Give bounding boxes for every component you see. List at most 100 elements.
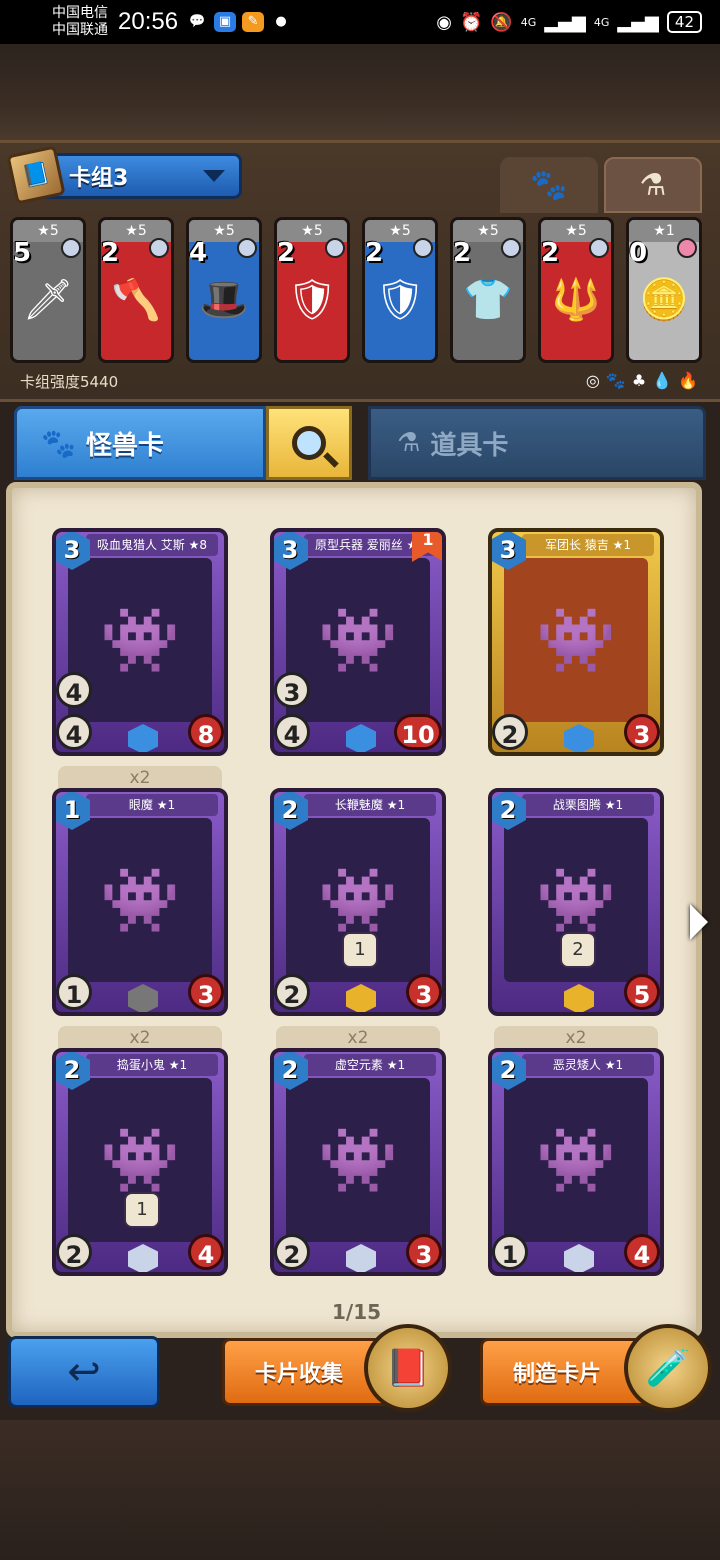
deck-card[interactable]: ★1 0 🪙 [626, 217, 702, 363]
duplicate-count: x2 [494, 1026, 658, 1050]
deck-card-row: ★5 5 🗡 ★5 2 🪓 ★5 4 🎩 ★5 2 🛡 ★5 2 🛡 ★5 2 👕 ★5 2 🔱 ★1 0 🪙 [10, 217, 710, 365]
attack-stat: 2 [56, 1234, 92, 1270]
health-stat: 5 [624, 974, 660, 1010]
clock: 20:56 [118, 8, 179, 35]
rarity-gem-icon [346, 724, 376, 752]
health-stat: 3 [624, 714, 660, 750]
flask-icon: ⚗ [639, 167, 667, 203]
back-arrow-icon: ↩ [67, 1349, 101, 1395]
back-button[interactable]: ↩ [8, 1336, 160, 1408]
health-stat: 8 [188, 714, 224, 750]
monster-card[interactable]: 👾 恶灵矮人 ★1 2 1 4 [488, 1048, 664, 1276]
monster-card[interactable]: 👾 吸血鬼猎人 艾斯 ★8 3 4 4 8 [52, 528, 228, 756]
battery-icon: 42 [666, 11, 702, 33]
monster-card[interactable]: 👾 军团长 猿吉 ★1 3 2 3 [488, 528, 664, 756]
flask-filter-tab[interactable]: ⚗ [604, 157, 702, 213]
tab-item-cards[interactable]: ⚗ 道具卡 [368, 406, 706, 480]
notification-icons: 💬 ▣ ✎ ● [186, 12, 292, 32]
nature-icon: ♣ [631, 371, 647, 390]
attack-stat: 2 [492, 714, 528, 750]
health-stat: 4 [188, 1234, 224, 1270]
duplicate-count: x2 [276, 1026, 440, 1050]
rarity-gem-icon [589, 238, 609, 258]
deck-card[interactable]: ★5 4 🎩 [186, 217, 262, 363]
rarity-gem-icon [346, 984, 376, 1012]
card-collection-label: 卡片收集 [255, 1362, 344, 1387]
deck-selector[interactable]: 📘 卡组3 [6, 145, 242, 205]
carrier-1: 中国电信 [52, 5, 108, 21]
signal-icon: ▂▄▆ [617, 11, 659, 33]
card-name: 虚空元素 ★1 [304, 1054, 436, 1076]
deck-card[interactable]: ★5 2 🔱 [538, 217, 614, 363]
deck-card[interactable]: ★5 2 🛡 [362, 217, 438, 363]
speed-stat: 4 [56, 672, 92, 708]
card-name: 军团长 猿吉 ★1 [522, 534, 654, 556]
monster-card-slot: 👾 原型兵器 爱丽丝 ★8 3 1 3 4 10 [270, 528, 446, 756]
monster-card-slot: 👾 长鞭魅魔 ★1 2 2 1 3 [270, 788, 446, 1016]
rarity-gem-icon [564, 984, 594, 1012]
craft-card-label: 制造卡片 [513, 1362, 602, 1387]
health-stat: 4 [624, 1234, 660, 1270]
type-icons: ◎ 🐾 ♣ 💧 🔥 [586, 371, 698, 390]
card-type-tabs: 🐾 怪兽卡 ⚗ 道具卡 [14, 406, 706, 480]
deck-card[interactable]: ★5 5 🗡 [10, 217, 86, 363]
system-icons: ◉ ⏰ 🔕 4G ▂▄▆ 4G ▂▄▆ 42 [436, 11, 702, 33]
search-button[interactable] [266, 406, 352, 480]
deck-card[interactable]: ★5 2 👕 [450, 217, 526, 363]
ability-icon: 2 [560, 932, 596, 968]
card-cost: 2 [453, 238, 472, 268]
deck-card[interactable]: ★5 2 🛡 [274, 217, 350, 363]
rarity-gem-icon [346, 1244, 376, 1272]
beast-icon: 🐾 [605, 371, 626, 390]
monster-card-slot: x2 👾 虚空元素 ★1 2 2 3 [270, 1026, 446, 1276]
monster-card[interactable]: 👾 战栗图腾 ★1 2 2 5 [488, 788, 664, 1016]
fire-icon: 🔥 [678, 371, 698, 390]
deck-card[interactable]: ★5 2 🪓 [98, 217, 174, 363]
next-page-arrow[interactable] [690, 904, 708, 940]
app-icon: ▣ [214, 12, 237, 32]
card-name: 吸血鬼猎人 艾斯 ★8 [86, 534, 218, 556]
attack-stat: 4 [274, 714, 310, 750]
potion-icon[interactable]: 🧪 [624, 1324, 712, 1412]
card-name: 眼魔 ★1 [86, 794, 218, 816]
message-icon: ● [275, 14, 287, 29]
monster-card[interactable]: 👾 捣蛋小鬼 ★1 2 2 1 4 [52, 1048, 228, 1276]
card-name: 恶灵矮人 ★1 [522, 1054, 654, 1076]
card-name: 捣蛋小鬼 ★1 [86, 1054, 218, 1076]
card-grid: 👾 吸血鬼猎人 艾斯 ★8 3 4 4 8 👾 原型兵器 爱丽丝 ★8 3 1 3 4 10 👾 军团长 猿… [52, 528, 672, 1276]
paw-filter-tab[interactable]: 🐾 [500, 157, 598, 213]
rarity-gem-icon [564, 1244, 594, 1272]
deck-name: 卡组3 [69, 166, 129, 191]
monster-card-slot: x2 👾 恶灵矮人 ★1 2 1 4 [488, 1026, 664, 1276]
card-cost: 0 [629, 238, 648, 268]
card-album-icon[interactable]: 📕 [364, 1324, 452, 1412]
rarity-gem-icon [149, 238, 169, 258]
tab-monster-cards[interactable]: 🐾 怪兽卡 [14, 406, 266, 480]
monster-card[interactable]: 👾 虚空元素 ★1 2 2 3 [270, 1048, 446, 1276]
card-cost: 2 [365, 238, 384, 268]
attack-stat: 2 [274, 974, 310, 1010]
card-cost: 2 [541, 238, 560, 268]
rarity-gem-icon [413, 238, 433, 258]
card-art: 👾 [68, 818, 212, 982]
rarity-gem-icon [564, 724, 594, 752]
mute-icon: 🔕 [490, 11, 513, 33]
rarity-gem-icon [237, 238, 257, 258]
duplicate-count: x2 [58, 766, 222, 790]
signal-label-1: 4G [520, 15, 537, 29]
card-cost: 4 [189, 238, 208, 268]
monster-card-slot: 👾 战栗图腾 ★1 2 2 5 [488, 788, 664, 1016]
monster-card[interactable]: 👾 眼魔 ★1 1 1 3 [52, 788, 228, 1016]
card-name: 长鞭魅魔 ★1 [304, 794, 436, 816]
card-cost: 2 [101, 238, 120, 268]
signal-label-2: 4G [593, 15, 610, 29]
health-stat: 3 [188, 974, 224, 1010]
attack-stat: 2 [274, 1234, 310, 1270]
monster-card[interactable]: 👾 原型兵器 爱丽丝 ★8 3 1 3 4 10 [270, 528, 446, 756]
rarity-gem-icon [128, 984, 158, 1012]
monster-card[interactable]: 👾 长鞭魅魔 ★1 2 2 1 3 [270, 788, 446, 1016]
attack-stat: 4 [56, 714, 92, 750]
health-stat: 3 [406, 1234, 442, 1270]
duplicate-count: x2 [58, 1026, 222, 1050]
monster-card-slot: 👾 吸血鬼猎人 艾斯 ★8 3 4 4 8 [52, 528, 228, 756]
